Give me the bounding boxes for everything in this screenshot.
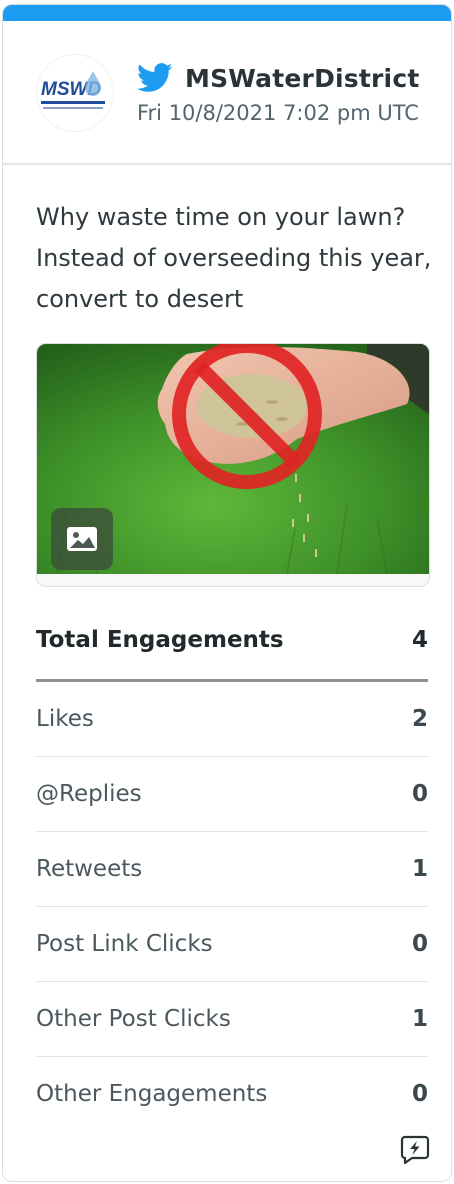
replies-value: 0 <box>411 781 428 807</box>
post-link-clicks-row: Post Link Clicks 0 <box>36 907 428 982</box>
image-icon <box>67 527 97 551</box>
boost-lightning-icon[interactable] <box>399 1133 431 1165</box>
other-engagements-value: 0 <box>411 1081 428 1107</box>
total-engagements-label: Total Engagements <box>36 627 284 653</box>
likes-row: Likes 2 <box>36 682 428 757</box>
replies-label: @Replies <box>36 781 142 807</box>
total-engagements-row: Total Engagements 4 <box>36 601 428 682</box>
retweets-label: Retweets <box>36 856 143 882</box>
post-image[interactable] <box>36 343 430 587</box>
mswd-logo: MSWD <box>41 71 105 109</box>
post-link-clicks-value: 0 <box>411 931 428 957</box>
replies-row: @Replies 0 <box>36 757 428 832</box>
image-type-badge <box>51 508 113 570</box>
other-engagements-label: Other Engagements <box>36 1081 268 1107</box>
retweets-value: 1 <box>411 856 428 882</box>
avatar[interactable]: MSWD <box>37 55 113 131</box>
likes-label: Likes <box>36 706 94 732</box>
network-color-bar <box>3 5 451 21</box>
retweets-row: Retweets 1 <box>36 832 428 907</box>
engagement-stats: Total Engagements 4 Likes 2 @Replies 0 R… <box>36 601 428 1131</box>
other-post-clicks-label: Other Post Clicks <box>36 1006 231 1032</box>
total-engagements-value: 4 <box>411 627 428 653</box>
post-header: MSWD MSWaterDistrict Fri 10/8/2021 7:02 … <box>3 21 451 165</box>
other-engagements-row: Other Engagements 0 <box>36 1057 428 1131</box>
post-text: Why waste time on your lawn? Instead of … <box>36 203 432 313</box>
post-card: MSWD MSWaterDistrict Fri 10/8/2021 7:02 … <box>2 4 452 1182</box>
handle-row: MSWaterDistrict <box>137 61 420 95</box>
twitter-bird-icon <box>137 63 173 92</box>
likes-value: 2 <box>411 706 428 732</box>
post-link-clicks-label: Post Link Clicks <box>36 931 213 957</box>
other-post-clicks-value: 1 <box>411 1006 428 1032</box>
account-handle[interactable]: MSWaterDistrict <box>185 64 420 93</box>
post-timestamp: Fri 10/8/2021 7:02 pm UTC <box>137 101 419 125</box>
other-post-clicks-row: Other Post Clicks 1 <box>36 982 428 1057</box>
